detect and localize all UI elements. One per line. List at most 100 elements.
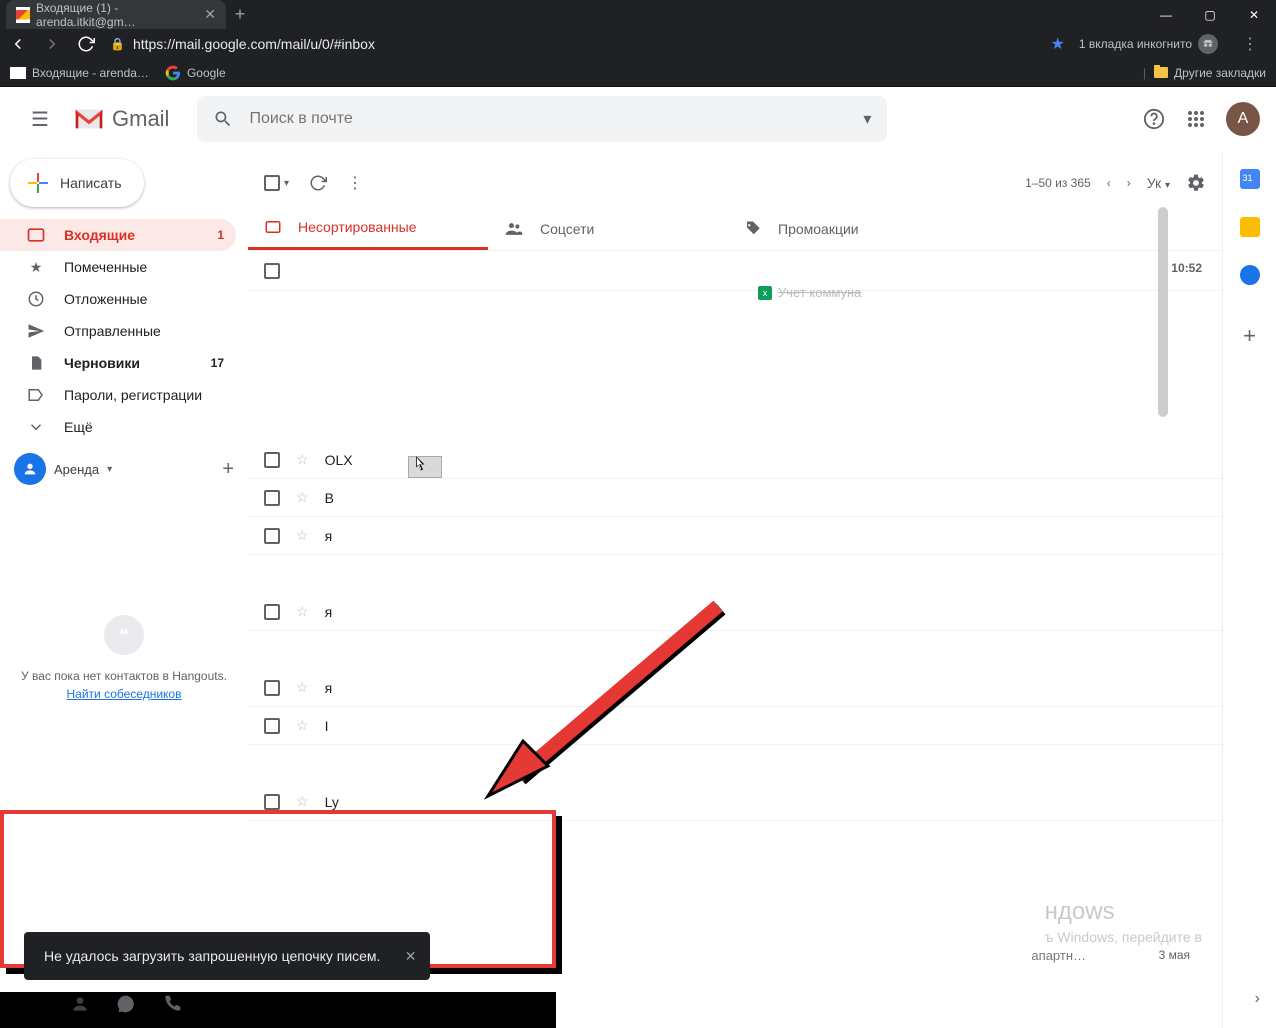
bookmark-label: Google [187,66,226,80]
browser-tab[interactable]: Входящие (1) - arenda.itkit@gm… ✕ [6,0,226,29]
sender: OLX [325,452,353,468]
star-icon: ★ [26,257,46,277]
chevron-down-icon: ▾ [107,464,112,475]
row-checkbox[interactable] [264,528,280,544]
drafts-icon [26,353,46,373]
star-icon[interactable]: ☆ [296,717,309,734]
email-row[interactable] [248,251,1222,291]
nav-sent[interactable]: Отправленные [0,315,236,347]
tab-primary[interactable]: Несортированные [248,207,488,250]
row-checkbox[interactable] [264,680,280,696]
social-icon [504,219,524,239]
email-row[interactable]: ☆ OLX [248,441,1222,479]
compose-button[interactable]: Написать [10,159,144,207]
nav-inbox[interactable]: Входящие 1 [0,219,236,251]
star-icon[interactable]: ☆ [296,603,309,620]
search-dropdown-icon[interactable]: ▾ [863,109,871,129]
bookmark-inbox[interactable]: Входящие - arenda… [10,66,149,80]
close-window-button[interactable]: ✕ [1232,0,1276,29]
back-button[interactable] [8,35,28,53]
new-tab-button[interactable]: + [226,4,254,25]
star-icon[interactable]: ☆ [296,451,309,468]
nav-passwords[interactable]: Пароли, регистрации [0,379,236,411]
help-icon[interactable] [1142,107,1166,131]
phone-icon[interactable] [162,994,182,1014]
tab-promotions[interactable]: Промоакции [728,207,968,250]
compose-label: Написать [60,175,121,191]
search-input[interactable] [249,110,847,128]
menu-button[interactable]: ☰ [16,107,64,132]
row-checkbox[interactable] [264,490,280,506]
email-row[interactable]: ☆I [248,707,1222,745]
minimize-button[interactable]: — [1144,0,1188,29]
star-icon[interactable]: ☆ [296,489,309,506]
email-row[interactable]: ☆я [248,669,1222,707]
row-checkbox[interactable] [264,718,280,734]
contacts-icon[interactable] [70,994,90,1014]
apps-grid-icon[interactable] [1184,107,1208,131]
tab-social[interactable]: Соцсети [488,207,728,250]
input-language[interactable]: Ук ▾ [1147,175,1170,191]
row-checkbox[interactable] [264,794,280,810]
tag-icon [744,220,762,238]
nav-starred[interactable]: ★ Помеченные [0,251,236,283]
forward-button[interactable] [42,35,62,53]
collapse-panel-button[interactable]: › [1255,990,1260,1008]
email-row[interactable]: ☆В [248,479,1222,517]
email-row[interactable]: ☆я [248,517,1222,555]
cursor-pointer-icon [408,456,442,478]
reload-button[interactable] [76,35,96,53]
watermark-title: ндows [1045,895,1202,929]
avatar-letter: А [1238,110,1249,128]
refresh-button[interactable] [309,174,327,192]
more-actions-button[interactable]: ⋮ [347,173,363,193]
search-bar[interactable]: ▾ [197,96,887,142]
bookmarks-bar: Входящие - arenda… Google | Другие закла… [0,59,1276,87]
settings-gear-icon[interactable] [1186,173,1206,193]
bookmark-label: Входящие - arenda… [32,66,149,80]
row-checkbox[interactable] [264,452,280,468]
close-icon[interactable]: ✕ [405,948,417,965]
gmail-logo-icon [72,107,106,131]
row-checkbox[interactable] [264,263,280,279]
hangouts-find-link[interactable]: Найти собеседников [67,687,182,701]
star-icon[interactable]: ☆ [296,527,309,544]
star-icon[interactable]: ☆ [296,793,309,810]
hangouts-chat-icon[interactable] [116,994,136,1014]
url-field[interactable]: 🔒 https://mail.google.com/mail/u/0/#inbo… [110,36,1037,52]
other-bookmarks[interactable]: Другие закладки [1154,66,1266,80]
incognito-badge[interactable]: 1 вкладка инкогнито [1079,34,1218,54]
category-tabs: Несортированные Соцсети Промоакции [248,207,1222,251]
incognito-icon [1198,34,1218,54]
browser-menu-button[interactable]: ⋮ [1232,34,1268,54]
main-panel: ▾ ⋮ 1–50 из 365 ‹ › Ук ▾ Несортированные [248,151,1222,1028]
add-addon-button[interactable]: + [1243,323,1256,349]
hangouts-header[interactable]: Аренда ▾ + [0,443,248,495]
prev-page-button[interactable]: ‹ [1107,176,1111,190]
nav-drafts[interactable]: Черновики 17 [0,347,236,379]
star-icon[interactable]: ☆ [296,679,309,696]
attachment-chip[interactable]: xУчет коммуна [758,285,861,300]
tasks-addon-icon[interactable] [1240,265,1260,285]
gmail-logo[interactable]: Gmail [72,106,169,132]
bookmark-star-icon[interactable]: ★ [1051,34,1065,54]
scrollbar-thumb[interactable] [1158,207,1168,417]
nav-snoozed[interactable]: Отложенные [0,283,236,315]
select-all-checkbox[interactable]: ▾ [264,175,289,191]
next-page-button[interactable]: › [1127,176,1131,190]
email-row[interactable]: ☆Ly [248,783,1222,821]
calendar-addon-icon[interactable] [1240,169,1260,189]
bookmark-google[interactable]: Google [165,65,226,81]
row-checkbox[interactable] [264,604,280,620]
hangouts-user: Аренда [54,462,99,477]
hangouts-add-button[interactable]: + [222,458,234,481]
close-icon[interactable]: ✕ [204,6,216,23]
email-row[interactable]: ☆я [248,593,1222,631]
tab-label: Несортированные [298,219,417,235]
sent-icon [26,321,46,341]
keep-addon-icon[interactable] [1240,217,1260,237]
nav-more[interactable]: Ещё [0,411,236,443]
avatar[interactable]: А [1226,102,1260,136]
clock-icon [26,289,46,309]
maximize-button[interactable]: ▢ [1188,0,1232,29]
